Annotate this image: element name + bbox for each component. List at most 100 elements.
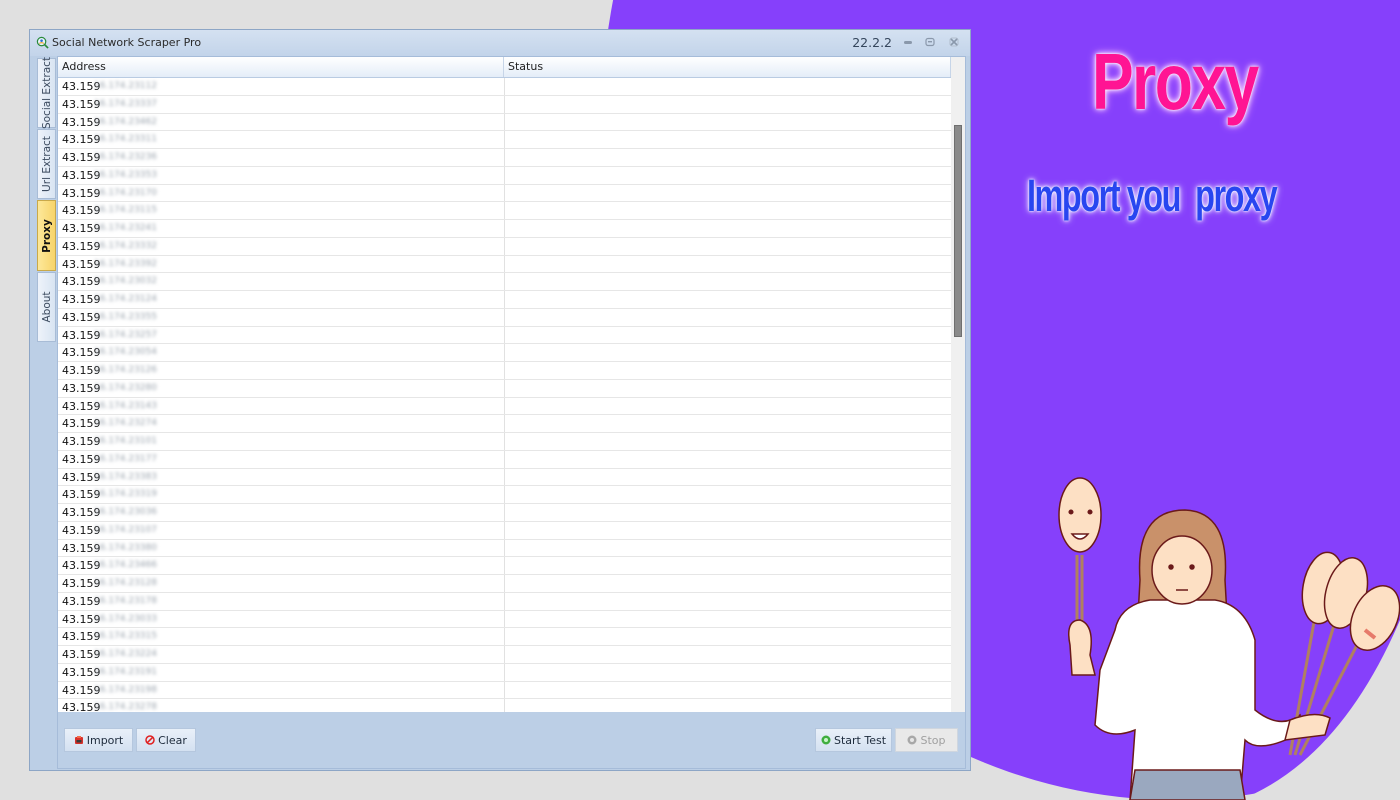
table-row[interactable]: 43.159 16.174.23241 [58, 220, 951, 238]
table-row[interactable]: 43.159 16.174.23177 [58, 450, 951, 469]
tab-label: Proxy [40, 218, 53, 253]
stop-label: Stop [920, 733, 946, 747]
cell-divider [504, 699, 505, 712]
address-redacted: 16.174.23353 [94, 169, 157, 180]
table-row[interactable]: 43.159 16.174.23332 [58, 237, 951, 256]
scrollbar-thumb[interactable] [954, 125, 962, 337]
maximize-icon [925, 37, 935, 47]
table-row[interactable]: 43.159 16.174.23274 [58, 415, 951, 433]
woman-with-masks-illustration [1058, 477, 1400, 800]
start-test-button[interactable]: Start Test [815, 728, 892, 752]
table-row[interactable]: 43.159 16.174.23236 [58, 149, 951, 167]
stop-button[interactable]: Stop [895, 728, 958, 752]
table-row[interactable]: 43.159 16.174.23178 [58, 592, 951, 611]
proxy-panel: Address Status 43.159 16.174.23112 43.159 1… [57, 56, 966, 769]
address-redacted: 16.174.23107 [94, 524, 157, 535]
table-row[interactable]: 43.159 16.174.23128 [58, 575, 951, 593]
address-redacted: 16.174.23198 [94, 684, 157, 695]
address-redacted: 16.174.23191 [94, 666, 157, 677]
table-row[interactable]: 43.159 16.174.23337 [58, 95, 951, 114]
tab-proxy[interactable]: Proxy [37, 200, 56, 271]
table-row[interactable]: 43.159 16.174.23191 [58, 663, 951, 682]
side-tab-strip: Social Extract Url Extract Proxy About [37, 56, 57, 778]
address-redacted: 16.174.23101 [94, 436, 157, 446]
table-row[interactable]: 43.159 16.174.23033 [58, 610, 951, 629]
cell-divider [504, 202, 505, 219]
table-row[interactable]: 43.159 16.174.23170 [58, 184, 951, 203]
address-redacted: 16.174.23280 [94, 382, 157, 393]
cell-divider [504, 344, 505, 361]
vertical-scrollbar[interactable] [951, 57, 965, 712]
tab-url-extract[interactable]: Url Extract [37, 129, 56, 199]
tab-label: Social Extract [40, 56, 53, 130]
table-row[interactable]: 43.159 16.174.23115 [58, 202, 951, 220]
table-row[interactable]: 43.159 16.174.23380 [58, 539, 951, 558]
column-header-address[interactable]: Address [58, 57, 504, 77]
address-redacted: 16.174.23178 [94, 595, 157, 606]
cell-divider [504, 255, 505, 273]
import-button[interactable]: Import [64, 728, 133, 752]
cell-divider [504, 220, 505, 237]
table-row[interactable]: 43.159 16.174.23462 [58, 113, 951, 132]
table-row[interactable]: 43.159 16.174.23112 [58, 78, 951, 96]
app-window: Social Network Scraper Pro 22.2.2 Social… [29, 29, 971, 771]
cell-divider [504, 95, 505, 113]
table-row[interactable]: 43.159 16.174.23107 [58, 521, 951, 540]
table-row[interactable]: 43.159 16.174.23257 [58, 326, 951, 345]
proxy-grid[interactable]: Address Status 43.159 16.174.23112 43.159 1… [58, 57, 951, 712]
address-redacted: 16.174.23466 [94, 560, 157, 571]
tab-social-extract[interactable]: Social Extract [37, 56, 56, 130]
clear-label: Clear [158, 733, 187, 747]
table-row[interactable]: 43.159 16.174.23036 [58, 504, 951, 522]
start-test-label: Start Test [833, 733, 887, 747]
table-row[interactable]: 43.159 16.174.23032 [58, 273, 951, 291]
cell-divider [504, 521, 505, 539]
table-row[interactable]: 43.159 16.174.23124 [58, 291, 951, 309]
cell-divider [504, 326, 505, 344]
table-row[interactable]: 43.159 16.174.23466 [58, 557, 951, 575]
address-redacted: 16.174.23380 [94, 542, 157, 553]
table-row[interactable]: 43.159 16.174.23392 [58, 255, 951, 274]
table-row[interactable]: 43.159 16.174.23280 [58, 379, 951, 398]
address-redacted: 16.174.23392 [94, 258, 157, 269]
minimize-icon [904, 41, 912, 44]
happy-mask-icon [1058, 477, 1102, 640]
address-redacted: 16.174.23315 [94, 631, 157, 642]
grid-rows: 43.159 16.174.23112 43.159 16.174.23337 43.1… [58, 78, 951, 712]
table-row[interactable]: 43.159 16.174.23143 [58, 397, 951, 416]
table-row[interactable]: 43.159 16.174.23319 [58, 486, 951, 504]
clear-button[interactable]: Clear [136, 728, 196, 752]
table-row[interactable]: 43.159 16.174.23224 [58, 646, 951, 664]
column-header-status[interactable]: Status [504, 57, 951, 77]
table-row[interactable]: 43.159 16.174.23315 [58, 628, 951, 646]
address-redacted: 16.174.23054 [94, 347, 157, 358]
address-redacted: 16.174.23383 [94, 471, 157, 482]
address-redacted: 16.174.23462 [94, 116, 157, 127]
table-row[interactable]: 43.159 16.174.23353 [58, 166, 951, 185]
cell-divider [504, 468, 505, 486]
table-row[interactable]: 43.159 16.174.23101 [58, 433, 951, 451]
table-row[interactable]: 43.159 16.174.23383 [58, 468, 951, 487]
table-row[interactable]: 43.159 16.174.23311 [58, 131, 951, 149]
cell-divider [504, 113, 505, 131]
cell-divider [504, 646, 505, 663]
maximize-button[interactable] [924, 37, 936, 49]
cell-divider [504, 663, 505, 681]
cell-divider [504, 575, 505, 592]
cell-divider [504, 397, 505, 415]
address-redacted: 16.174.23170 [94, 187, 157, 198]
table-row[interactable]: 43.159 16.174.23355 [58, 308, 951, 327]
address-redacted: 16.174.23112 [94, 81, 157, 91]
import-icon [74, 736, 83, 744]
tab-about[interactable]: About [37, 272, 56, 342]
address-redacted: 16.174.23257 [94, 329, 157, 340]
address-redacted: 16.174.23311 [94, 134, 157, 145]
table-row[interactable]: 43.159 16.174.23278 [58, 699, 951, 712]
import-label: Import [86, 733, 124, 747]
close-button[interactable] [948, 37, 960, 49]
cell-divider [504, 308, 505, 326]
table-row[interactable]: 43.159 16.174.23126 [58, 362, 951, 380]
table-row[interactable]: 43.159 16.174.23054 [58, 344, 951, 362]
minimize-button[interactable] [902, 37, 914, 49]
table-row[interactable]: 43.159 16.174.23198 [58, 681, 951, 700]
